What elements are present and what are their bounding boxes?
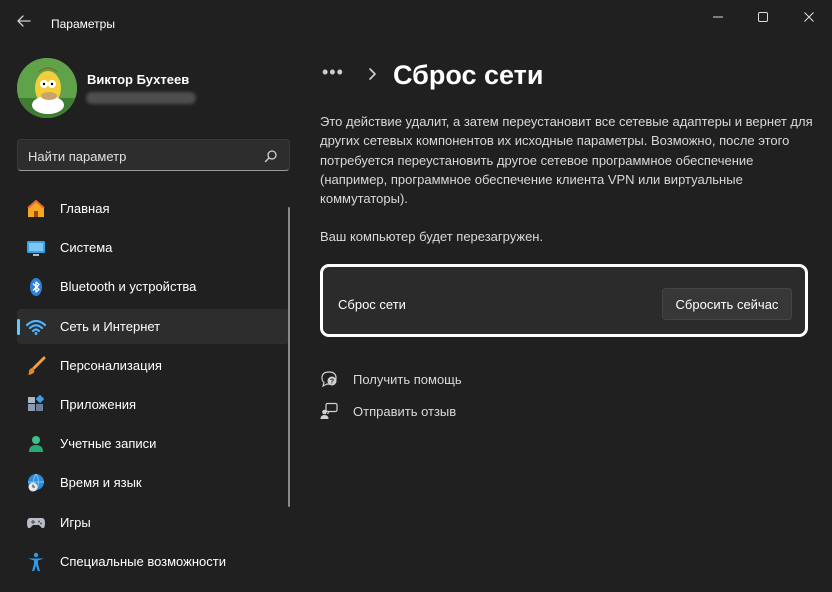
- sidebar-item-bluetooth[interactable]: Bluetooth и устройства: [17, 269, 289, 304]
- user-name: Виктор Бухтеев: [87, 72, 190, 87]
- help-icon: ?: [321, 371, 337, 388]
- reset-now-button[interactable]: Сбросить сейчас: [662, 288, 792, 320]
- restart-note: Ваш компьютер будет перезагружен.: [320, 229, 544, 244]
- svg-text:?: ?: [330, 379, 334, 386]
- settings-window: Параметры Виктор Бухтеев Найти параметр: [0, 0, 832, 592]
- sidebar-item-label: Сеть и Интернет: [60, 318, 161, 334]
- sidebar-item-label: Персонализация: [60, 357, 162, 373]
- sidebar-item-gaming[interactable]: Игры: [17, 505, 289, 540]
- home-icon: [27, 199, 45, 217]
- sidebar-item-label: Специальные возможности: [60, 553, 226, 569]
- minimize-button[interactable]: [695, 0, 741, 34]
- sidebar-item-label: Главная: [60, 201, 110, 216]
- maximize-button[interactable]: [740, 0, 786, 34]
- feedback-icon: [320, 402, 338, 419]
- breadcrumb-overflow-button[interactable]: •••: [322, 62, 344, 83]
- page-title: Сброс сети: [393, 60, 544, 90]
- sidebar-item-label: Приложения: [60, 396, 137, 412]
- globe-clock-icon: [28, 474, 44, 492]
- sidebar-item-apps[interactable]: Приложения: [17, 387, 289, 422]
- person-icon: [29, 436, 43, 453]
- sidebar-item-network[interactable]: Сеть и Интернет: [17, 308, 289, 344]
- sidebar-item-home[interactable]: Главная: [17, 191, 289, 226]
- back-button[interactable]: [12, 10, 36, 32]
- user-avatar[interactable]: [17, 58, 77, 118]
- accessibility-icon: [28, 552, 44, 571]
- sidebar-item-label: Учетные записи: [60, 436, 157, 452]
- sidebar-item-label: Bluetooth и устройства: [60, 279, 197, 295]
- close-button[interactable]: [786, 0, 832, 34]
- sidebar-item-accessibility[interactable]: Специальные возможности: [17, 544, 289, 579]
- search-box[interactable]: Найти параметр: [17, 139, 290, 171]
- apps-icon: [28, 394, 45, 411]
- sidebar-item-system[interactable]: Система: [17, 230, 289, 265]
- title-bar: Параметры: [0, 0, 832, 40]
- sidebar-item-time-language[interactable]: Время и язык: [17, 465, 289, 500]
- send-feedback-label: Отправить отзыв: [353, 404, 457, 419]
- monitor-icon: [27, 241, 45, 257]
- back-arrow-icon: [17, 15, 31, 27]
- avatar-image: [17, 58, 77, 118]
- reset-description: Это действие удалит, а затем переустанов…: [320, 114, 813, 207]
- chevron-right-icon: [369, 68, 376, 80]
- sidebar-item-label: Система: [60, 240, 113, 256]
- close-icon: [804, 12, 814, 22]
- sidebar-scrollbar[interactable]: [288, 207, 290, 507]
- sidebar-item-accounts[interactable]: Учетные записи: [17, 426, 289, 461]
- app-title: Параметры: [51, 17, 115, 31]
- sidebar-item-personalization[interactable]: Персонализация: [17, 348, 289, 383]
- bluetooth-icon: [30, 278, 42, 297]
- sidebar-item-label: Игры: [60, 514, 91, 530]
- get-help-label: Получить помощь: [353, 372, 462, 387]
- sidebar-nav: Главная Система Bluetooth и устройства С…: [17, 191, 289, 583]
- wifi-icon: [26, 319, 46, 335]
- gamepad-icon: [27, 517, 45, 528]
- network-reset-label: Сброс сети: [338, 297, 406, 312]
- network-reset-card: Сброс сети Сбросить сейчас: [320, 264, 808, 337]
- brush-icon: [27, 356, 46, 375]
- minimize-icon: [713, 16, 723, 18]
- user-email-redacted: [86, 92, 196, 104]
- sidebar-item-label: Время и язык: [60, 475, 142, 491]
- maximize-icon: [758, 12, 768, 22]
- search-input[interactable]: Найти параметр: [28, 149, 126, 164]
- search-icon[interactable]: [264, 149, 278, 163]
